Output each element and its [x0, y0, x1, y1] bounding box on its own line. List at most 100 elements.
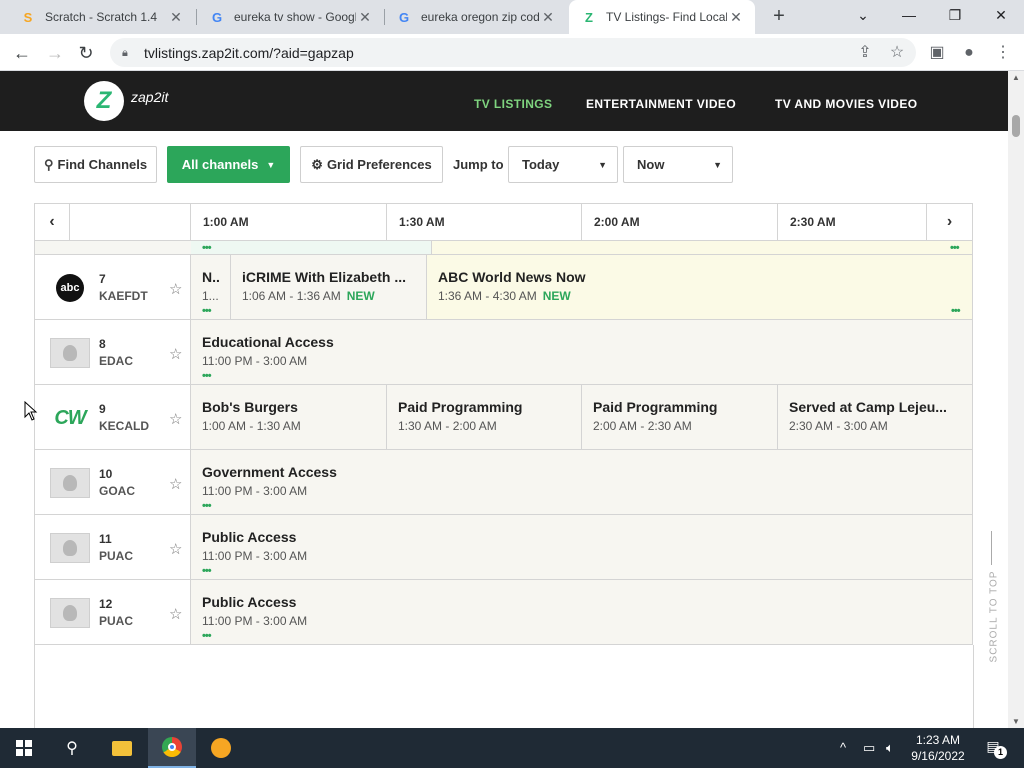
close-tab-icon[interactable]: ✕ [539, 9, 557, 26]
chevron-up-icon[interactable]: ^ [840, 740, 846, 755]
chrome-icon[interactable] [148, 728, 196, 768]
back-button[interactable]: ← [9, 40, 35, 66]
scratch-app-icon[interactable] [197, 728, 245, 768]
new-tab-button[interactable]: + [767, 5, 791, 29]
program-cell[interactable]: Paid Programming 1:30 AM - 2:00 AM [387, 385, 582, 449]
profile-icon[interactable]: ● [956, 40, 982, 66]
tab-title: TV Listings- Find Local [606, 10, 727, 24]
channel-callsign: KAEFDT [99, 289, 148, 303]
channel-cell[interactable]: abc 7 KAEFDT ☆ [35, 255, 191, 319]
channel-number: 10 [99, 467, 113, 481]
taskbar-clock[interactable]: 1:23 AM 9/16/2022 [906, 732, 970, 764]
close-window-button[interactable]: ✕ [986, 2, 1016, 28]
restore-button[interactable]: ❐ [940, 2, 970, 28]
program-time: 2:00 AM - 2:30 AM [593, 419, 692, 433]
program-cell[interactable]: Public Access 11:00 PM - 3:00 AM ••• [191, 580, 972, 644]
tab-eureka-zip[interactable]: G eureka oregon zip code ✕ [384, 0, 567, 34]
volume-icon[interactable]: 🔈︎ [886, 740, 894, 756]
clock-date: 9/16/2022 [911, 749, 965, 763]
favorite-star-icon[interactable]: ☆ [169, 605, 182, 623]
tab-eureka-tv-show[interactable]: G eureka tv show - Google ✕ [197, 0, 384, 34]
tab-tv-listings[interactable]: Z TV Listings- Find Local ✕ [569, 0, 755, 34]
time-slot: 1:00 AM [191, 204, 387, 240]
channel-callsign: PUAC [99, 549, 134, 563]
scroll-up-arrow-icon[interactable]: ▲ [1008, 73, 1024, 82]
forward-button[interactable]: → [42, 40, 68, 66]
program-cell[interactable]: ABC World News Now 1:36 AM - 4:30 AM NEW … [427, 255, 972, 319]
channel-cell[interactable]: 12 PUAC ☆ [35, 580, 191, 644]
time-slot: 2:00 AM [582, 204, 778, 240]
program-time: 1:36 AM - 4:30 AM [438, 289, 537, 303]
program-time: 11:00 PM - 3:00 AM [202, 354, 308, 368]
notification-center-icon[interactable]: ▤ 1 [982, 738, 1007, 759]
close-tab-icon[interactable]: ✕ [727, 9, 745, 26]
channel-cell[interactable]: 11 PUAC ☆ [35, 515, 191, 579]
zap2it-logo[interactable]: Z [84, 81, 124, 121]
program-cell[interactable]: Government Access 11:00 PM - 3:00 AM ••• [191, 450, 972, 514]
file-explorer-icon[interactable] [98, 728, 146, 768]
program-cell[interactable]: iCRIME With Elizabeth ... 1:06 AM - 1:36… [231, 255, 427, 319]
all-channels-dropdown[interactable]: All channels ▼ [167, 146, 290, 183]
favorite-star-icon[interactable]: ☆ [169, 540, 182, 558]
channel-cell[interactable]: CW 9 KECALD ☆ [35, 385, 191, 449]
tab-search-icon[interactable]: ⌄ [848, 2, 878, 28]
grid-preferences-button[interactable]: ⚙ Grid Preferences [300, 146, 443, 183]
program-title: Paid Programming [398, 399, 523, 415]
next-time-button[interactable]: › [926, 204, 972, 240]
jump-to-label: Jump to [453, 157, 504, 172]
close-tab-icon[interactable]: ✕ [356, 9, 374, 26]
program-time-row: 1:36 AM - 4:30 AM NEW [438, 289, 972, 303]
notification-count: 1 [994, 746, 1007, 759]
channel-row: 12 PUAC ☆ Public Access 11:00 PM - 3:00 … [34, 580, 973, 645]
find-channels-button[interactable]: ⚲ Find Channels [34, 146, 157, 183]
program-title: Paid Programming [593, 399, 718, 415]
day-select[interactable]: Today ▼ [508, 146, 618, 183]
scroll-to-top-button[interactable]: SCROLL TO TOP [982, 531, 1002, 671]
address-bar[interactable]: 🔒︎ tvlistings.zap2it.com/?aid=gapzap [110, 38, 916, 67]
reload-button[interactable]: ↻ [73, 40, 99, 66]
program-cell[interactable]: N.. 1... ••• [191, 255, 231, 319]
page-viewport: Z zap2it TV LISTINGS ENTERTAINMENT VIDEO… [0, 71, 1008, 728]
network-icon[interactable]: ▭ [863, 740, 875, 756]
favorite-star-icon[interactable]: ☆ [169, 345, 182, 363]
program-cell[interactable]: Paid Programming 2:00 AM - 2:30 AM [582, 385, 778, 449]
program-cell[interactable]: Educational Access 11:00 PM - 3:00 AM ••… [191, 320, 972, 384]
windows-start-icon[interactable] [0, 728, 48, 768]
favorite-star-icon[interactable]: ☆ [169, 410, 182, 428]
channel-row: 8 EDAC ☆ Educational Access 11:00 PM - 3… [34, 320, 973, 385]
previous-time-button[interactable]: ‹ [35, 204, 70, 240]
site-header: Z zap2it TV LISTINGS ENTERTAINMENT VIDEO… [0, 71, 1008, 131]
side-panel-icon[interactable]: ▣ [924, 40, 950, 66]
abc-logo: abc [50, 273, 90, 303]
placeholder-logo [50, 468, 90, 498]
close-tab-icon[interactable]: ✕ [167, 9, 185, 26]
nav-tv-and-movies-video[interactable]: TV AND MOVIES VIDEO [775, 97, 918, 111]
channel-callsign: EDAC [99, 354, 134, 368]
nav-tv-listings[interactable]: TV LISTINGS [474, 97, 552, 111]
program-cell[interactable]: Served at Camp Lejeu... 2:30 AM - 3:00 A… [778, 385, 972, 449]
search-icon[interactable]: ⚲ [48, 728, 96, 768]
clock-time: 1:23 AM [915, 733, 961, 747]
program-cell[interactable]: Bob's Burgers 1:00 AM - 1:30 AM [191, 385, 387, 449]
program-title: Public Access [202, 594, 297, 610]
day-select-value: Today [522, 157, 560, 172]
channel-cell[interactable]: 8 EDAC ☆ [35, 320, 191, 384]
channel-cell[interactable]: 10 GOAC ☆ [35, 450, 191, 514]
program-cell[interactable]: Public Access 11:00 PM - 3:00 AM ••• [191, 515, 972, 579]
browser-tab-bar: S Scratch - Scratch 1.4 ✕ G eureka tv sh… [0, 0, 1024, 34]
partial-program[interactable] [191, 241, 431, 254]
scroll-down-arrow-icon[interactable]: ▼ [1008, 717, 1024, 726]
tab-scratch[interactable]: S Scratch - Scratch 1.4 ✕ [8, 0, 195, 34]
menu-kebab-icon[interactable]: ⋮ [990, 40, 1016, 66]
minimize-button[interactable]: — [894, 2, 924, 28]
time-select[interactable]: Now ▼ [623, 146, 733, 183]
nav-entertainment-video[interactable]: ENTERTAINMENT VIDEO [586, 97, 736, 111]
favorite-star-icon[interactable]: ☆ [169, 475, 182, 493]
partial-program[interactable] [431, 241, 972, 254]
bookmark-star-icon[interactable]: ☆ [884, 40, 910, 66]
share-icon[interactable]: ⇪ [852, 40, 878, 66]
scrollbar-thumb[interactable] [1012, 115, 1020, 137]
favorite-star-icon[interactable]: ☆ [169, 280, 182, 298]
browser-toolbar: ← → ↻ 🔒︎ tvlistings.zap2it.com/?aid=gapz… [0, 34, 1024, 71]
page-scrollbar[interactable]: ▲ ▼ [1008, 71, 1024, 728]
